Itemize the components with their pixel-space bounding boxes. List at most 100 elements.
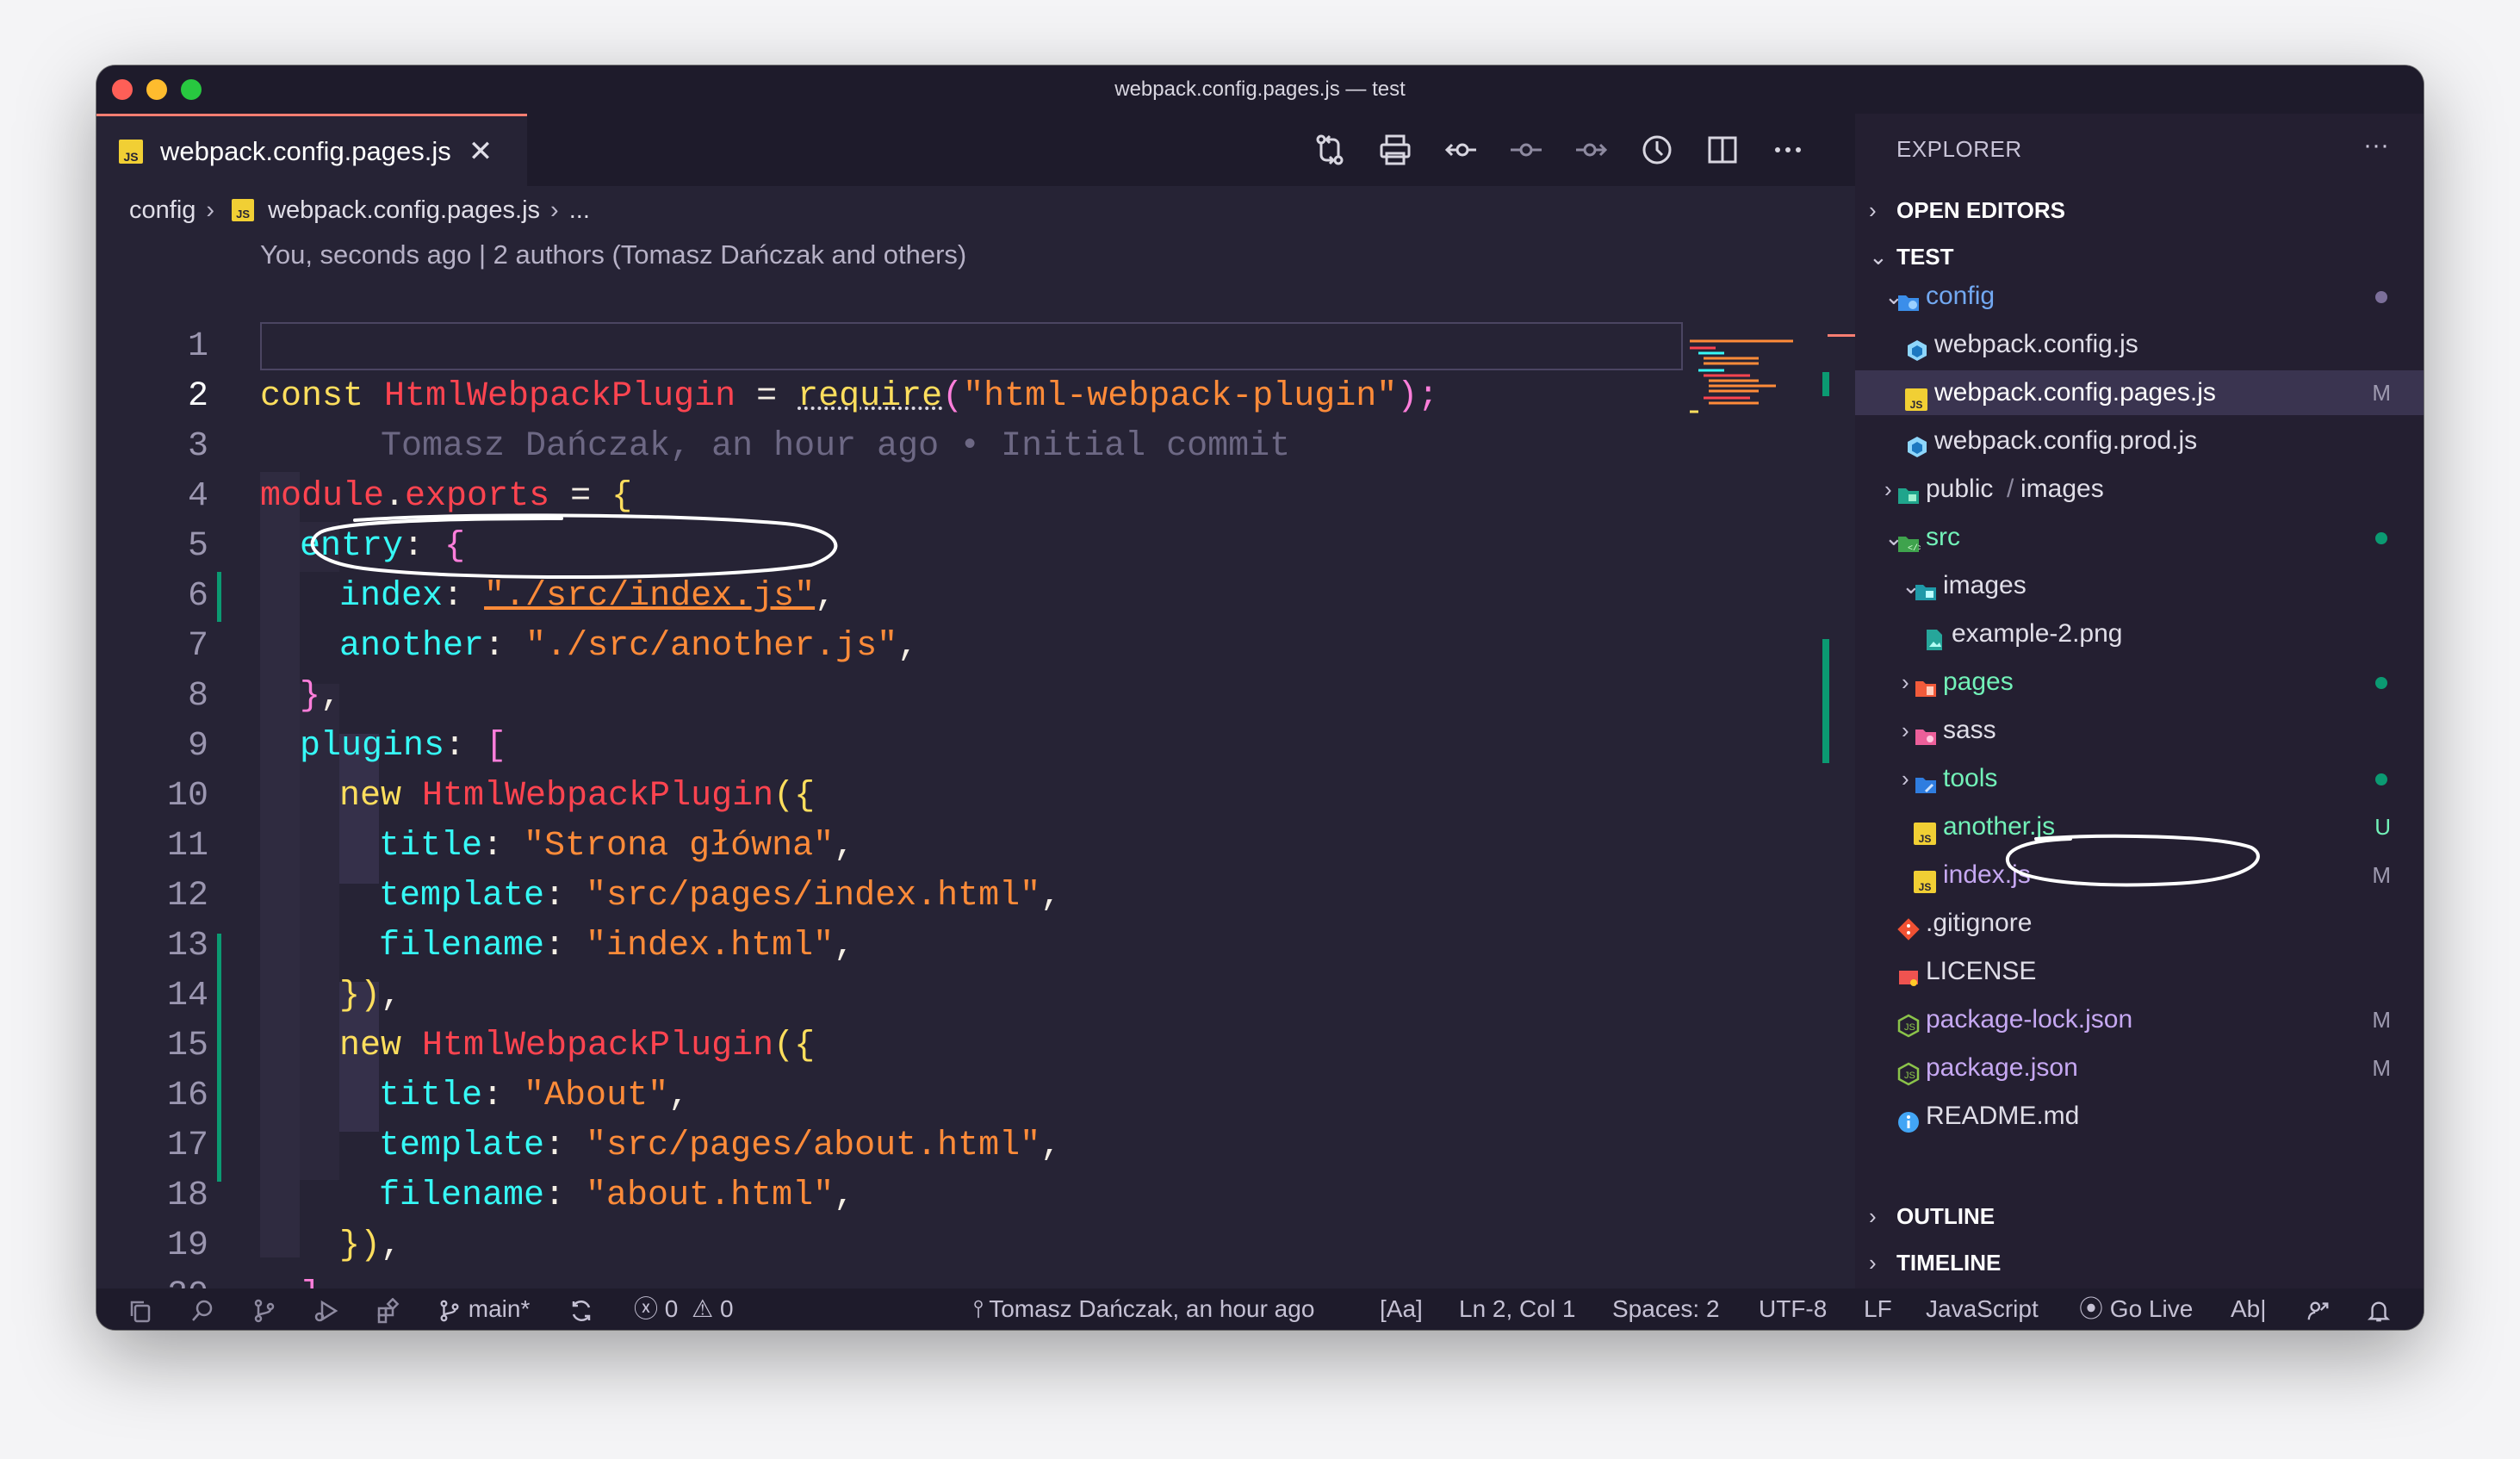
code-line-11: 11 template: "src/pages/index.html",: [96, 772, 1716, 916]
language-mode[interactable]: JavaScript: [1926, 1288, 2039, 1330]
tree-item-config[interactable]: ⌄ config: [1855, 274, 2424, 319]
print-icon[interactable]: [1362, 114, 1428, 186]
code-line-10: 10 title: "Strona główna",: [96, 722, 1716, 866]
tree-item-gitignore[interactable]: .gitignore: [1855, 901, 2424, 946]
git-status-badge: M: [2372, 1007, 2391, 1033]
go-live-label: Go Live: [2109, 1295, 2194, 1322]
section-label: TIMELINE: [1896, 1250, 2002, 1276]
chevron-down-icon: ⌄: [1869, 244, 1888, 270]
section-label: TEST: [1896, 244, 1954, 270]
split-editor-icon[interactable]: [1690, 114, 1755, 186]
code-editor[interactable]: You, seconds ago | 2 authors (Tomasz Dań…: [96, 234, 1855, 1330]
tree-item-another-js[interactable]: JS another.js U: [1855, 804, 2424, 849]
tree-item-pages[interactable]: › pages: [1855, 660, 2424, 705]
tree-item-src[interactable]: ⌄</>src: [1855, 515, 2424, 560]
git-commit-icon[interactable]: [1493, 114, 1559, 186]
tree-item-label: package-lock.json: [1926, 1005, 2133, 1034]
more-actions-icon[interactable]: ···: [2363, 131, 2389, 160]
open-next-change-icon[interactable]: [1559, 114, 1624, 186]
tree-item-label: another.js: [1943, 812, 2056, 841]
svg-text:JS: JS: [1904, 1022, 1915, 1033]
tree-item-label: index.js: [1943, 860, 2031, 889]
tree-item-tools[interactable]: › tools: [1855, 756, 2424, 801]
tree-item-readme-md[interactable]: README.md: [1855, 1094, 2424, 1139]
case-sensitive-toggle[interactable]: [Aa]: [1380, 1288, 1423, 1330]
code-line-19: 19 ],: [96, 1171, 1716, 1315]
chevron-right-icon: ›: [1869, 1250, 1877, 1276]
tree-item-label: webpack.config.pages.js: [1934, 378, 2216, 407]
section-open-editors[interactable]: › OPEN EDITORS: [1869, 188, 2065, 233]
tree-item-example-2-png[interactable]: example-2.png: [1855, 612, 2424, 656]
section-outline[interactable]: › OUTLINE: [1869, 1194, 1995, 1239]
open-previous-change-icon[interactable]: [1428, 114, 1493, 186]
go-live-button[interactable]: ⦿ Go Live: [2079, 1288, 2193, 1330]
js-file-icon: JS: [1905, 381, 1929, 411]
folder-sass-icon: [1914, 718, 1938, 745]
status-bar: main* ⓧ 0 ⚠ 0 ⫯ Tomasz Dańczak, an hour a…: [96, 1288, 2424, 1330]
copy-icon[interactable]: [127, 1288, 153, 1330]
section-timeline[interactable]: › TIMELINE: [1869, 1240, 2001, 1285]
notifications-bell-icon[interactable]: [2367, 1288, 2391, 1330]
feedback-icon[interactable]: [2306, 1288, 2331, 1330]
breadcrumb-folder[interactable]: config: [129, 196, 196, 225]
tree-item-label: pages: [1943, 667, 2014, 696]
extensions-icon[interactable]: [376, 1288, 401, 1330]
blame-text: Tomasz Dańczak, an hour ago: [989, 1295, 1315, 1322]
close-tab-icon[interactable]: ✕: [469, 134, 493, 169]
warning-count: 0: [720, 1295, 734, 1322]
source-control-icon[interactable]: [251, 1288, 277, 1330]
tree-item-package-json[interactable]: JS package.json M: [1855, 1046, 2424, 1090]
maximize-window-button[interactable]: [181, 79, 202, 100]
code-line-16: 16 template: "src/pages/about.html",: [96, 1021, 1716, 1165]
breadcrumb-file[interactable]: webpack.config.pages.js: [268, 196, 540, 225]
cursor-position[interactable]: Ln 2, Col 1: [1459, 1288, 1575, 1330]
spell-check-status[interactable]: Ab|: [2231, 1288, 2267, 1330]
folder-tools-icon: [1914, 767, 1938, 793]
sync-icon[interactable]: [568, 1288, 594, 1330]
tree-item-sass[interactable]: › sass: [1855, 708, 2424, 753]
folder-config-icon: [1896, 284, 1921, 311]
minimize-window-button[interactable]: [146, 79, 167, 100]
problems-indicator[interactable]: ⓧ 0 ⚠ 0: [634, 1288, 734, 1330]
tree-item-index-js[interactable]: JS index.js M: [1855, 853, 2424, 897]
search-icon[interactable]: [189, 1288, 215, 1330]
nodejs-file-icon: JS: [1896, 1056, 1921, 1086]
js-file-icon: JS: [1914, 815, 1938, 845]
run-debug-icon[interactable]: [313, 1288, 339, 1330]
svg-text:JS: JS: [1904, 1071, 1915, 1081]
info-icon: [1896, 1104, 1921, 1133]
git-blame-status[interactable]: ⫯ Tomasz Dańczak, an hour ago: [973, 1288, 1314, 1330]
encoding-status[interactable]: UTF-8: [1759, 1288, 1827, 1330]
more-actions-icon[interactable]: [1755, 114, 1821, 186]
close-window-button[interactable]: [112, 79, 133, 100]
tree-item-images[interactable]: ⌄ images: [1855, 563, 2424, 608]
branch-name: main*: [468, 1295, 531, 1322]
tree-item-public[interactable]: › public / images: [1855, 467, 2424, 512]
tree-item-webpack-config-prod-js[interactable]: webpack.config.prod.js: [1855, 419, 2424, 463]
code-line-17: 17 filename: "about.html",: [96, 1071, 1716, 1215]
code-line-18: 18 }),: [96, 1121, 1716, 1265]
tree-item-webpack-config-pages-js[interactable]: JS webpack.config.pages.js M: [1855, 370, 2424, 415]
tree-item-package-lock-json[interactable]: JS package-lock.json M: [1855, 997, 2424, 1042]
tree-item-webpack-config-js[interactable]: webpack.config.js: [1855, 322, 2424, 367]
section-test[interactable]: ⌄ TEST: [1869, 234, 1953, 279]
minimap[interactable]: [1690, 338, 1840, 415]
nodejs-file-icon: JS: [1896, 1008, 1921, 1038]
git-commit-icon: ⫯: [973, 1295, 984, 1322]
image-file-icon: [1922, 622, 1946, 650]
timeline-history-icon[interactable]: [1624, 114, 1690, 186]
code-line-13: 13 }),: [96, 872, 1716, 1015]
branch-indicator[interactable]: main*: [438, 1288, 530, 1330]
error-count: 0: [664, 1295, 679, 1322]
change-indicator-dot: [2375, 773, 2387, 785]
indentation-status[interactable]: Spaces: 2: [1612, 1288, 1720, 1330]
tree-item-label: package.json: [1926, 1053, 2078, 1082]
tree-item-label: .gitignore: [1926, 909, 2033, 937]
compare-changes-icon[interactable]: [1297, 114, 1362, 186]
breadcrumb-symbol[interactable]: ...: [569, 196, 590, 225]
scroll-change-marker: [1822, 372, 1829, 396]
codelens-authors[interactable]: You, seconds ago | 2 authors (Tomasz Dań…: [260, 239, 966, 270]
tab-webpack-config-pages[interactable]: JS webpack.config.pages.js ✕: [96, 114, 527, 186]
eol-status[interactable]: LF: [1864, 1288, 1892, 1330]
tree-item-license[interactable]: LICENSE: [1855, 949, 2424, 994]
